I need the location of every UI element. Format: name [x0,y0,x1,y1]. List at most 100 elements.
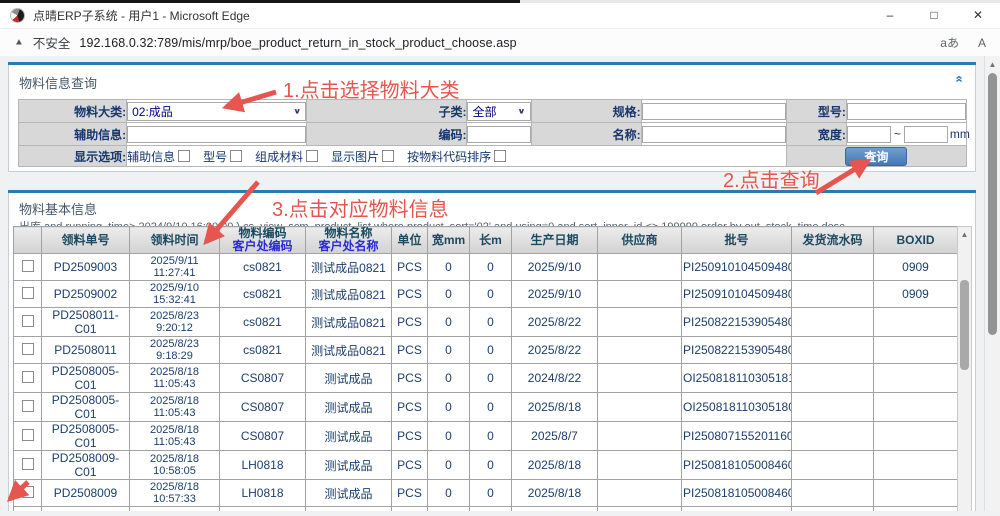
option-aux-info-label: 辅助信息 [127,148,175,165]
row-checkbox[interactable] [22,371,34,383]
cell-width: 0 [428,281,470,308]
cell-order-no: PD2508011 [42,337,130,364]
cell-material-code: cs0821 [220,308,306,337]
width-unit: mm [948,127,970,141]
option-aux-info-checkbox[interactable] [178,150,190,162]
cell-width: 0 [428,507,470,512]
cell-length: 0 [470,480,512,507]
cell-unit: PCS [392,393,428,422]
material-category-select[interactable]: 02:成品 ∨ [127,102,306,121]
cell-order-no: PD2508005-C01 [42,364,130,393]
cell-ship-serial [792,480,874,507]
cell-unit: PCS [392,254,428,281]
table-scrollbar[interactable]: ▲ [957,226,972,511]
page-scrollbar-thumb[interactable] [988,73,997,335]
col-unit: 单位 [392,234,427,247]
translate-icon[interactable]: aあ [940,34,959,51]
cell-material-name: 测试成品 [306,422,392,451]
cell-width: 0 [428,364,470,393]
cell-batch: OI250818110305181 [682,364,792,393]
url-text[interactable]: 192.168.0.32:789/mis/mrp/boe_product_ret… [79,36,921,50]
query-button[interactable]: 查询 [845,147,907,166]
cell-boxid [874,422,958,451]
row-checkbox[interactable] [22,429,34,441]
row-checkbox[interactable] [22,287,34,299]
table-header-row: 领料单号 领料时间 物料编码客户处编码 物料名称客户处名称 单位 宽mm 长m … [14,227,958,254]
cell-length: 0 [470,337,512,364]
row-checkbox[interactable] [22,486,34,498]
table-scrollbar-thumb[interactable] [960,280,969,370]
cell-material-code: CS0807 [220,422,306,451]
cell-length: 0 [470,364,512,393]
result-panel: 物料基本信息 出库 and running_time> 2024/9/10 16… [8,190,976,511]
cell-boxid [874,480,958,507]
minimize-button[interactable]: – [868,3,912,28]
spec-input[interactable] [642,103,786,120]
table-row[interactable]: PD2508005-C01 2025/8/18 11:05:43 CS0807 … [14,393,958,422]
subcategory-select[interactable]: 全部 ∨ [467,102,530,121]
option-sort-by-code-checkbox[interactable] [494,150,506,162]
cell-boxid: 0909 [874,254,958,281]
cell-batch: PI250807155201160 [682,507,792,512]
table-row[interactable]: PD2508009 2025/8/18 10:57:33 LH0818 测试成品… [14,480,958,507]
row-checkbox[interactable] [22,400,34,412]
cell-order-time: 2025/8/18 11:05:43 [130,422,220,451]
cell-ship-serial [792,308,874,337]
table-row[interactable]: PD2508005-C01 2025/8/18 11:05:43 CS0807 … [14,364,958,393]
name-input[interactable] [642,126,786,143]
read-aloud-icon[interactable]: A [978,36,986,50]
row-checkbox[interactable] [22,260,34,272]
option-materials-checkbox[interactable] [306,150,318,162]
close-button[interactable]: ✕ [956,3,1000,28]
page-scrollbar[interactable]: ▲ [984,56,1000,511]
scroll-up-icon[interactable]: ▲ [958,227,971,239]
model-input[interactable] [847,103,966,120]
cell-supplier [598,364,682,393]
aux-info-input[interactable] [127,126,306,143]
cell-material-name: 测试成品0821 [306,281,392,308]
address-bar[interactable]: ▲ 不安全 192.168.0.32:789/mis/mrp/boe_produ… [0,28,1000,57]
cell-order-time: 2025/8/18 10:58:05 [130,451,220,480]
cell-order-no: PD2508005-C01 [42,393,130,422]
col-supplier: 供应商 [598,234,681,247]
title-bar: 点晴ERP子系统 - 用户1 - Microsoft Edge – □ ✕ [0,3,1000,28]
cell-ship-serial [792,507,874,512]
code-input[interactable] [467,126,530,143]
cell-width: 0 [428,480,470,507]
cell-batch: PI250910104509480 [682,254,792,281]
cell-material-code: cs0821 [220,337,306,364]
table-row[interactable]: PD2508011 2025/8/23 9:18:29 cs0821 测试成品0… [14,337,958,364]
option-image-checkbox[interactable] [382,150,394,162]
cell-width: 0 [428,337,470,364]
code-label: 编码: [307,123,467,146]
col-length: 长m [470,234,511,247]
collapse-panel-icon[interactable]: « [954,75,964,82]
option-model-checkbox[interactable] [230,150,242,162]
cell-material-name: 测试成品0821 [306,308,392,337]
cell-order-time: 2025/8/18 11:05:43 [130,364,220,393]
cell-length: 0 [470,451,512,480]
cell-boxid [874,308,958,337]
cell-order-time: 2025/8/23 9:18:29 [130,337,220,364]
scroll-up-icon[interactable]: ▲ [985,56,1000,69]
table-row[interactable]: PD2509003 2025/9/11 11:27:41 cs0821 测试成品… [14,254,958,281]
width-from-input[interactable] [847,126,891,143]
table-row[interactable]: PD2508005 2025/8/7 CS0807 测试成品 PCS 0 0 2… [14,507,958,512]
table-row[interactable]: PD2508011-C01 2025/8/23 9:20:12 cs0821 测… [14,308,958,337]
table-row[interactable]: PD2509002 2025/9/10 15:32:41 cs0821 测试成品… [14,281,958,308]
table-row[interactable]: PD2508005-C01 2025/8/18 11:05:43 CS0807 … [14,422,958,451]
table-row[interactable]: PD2508009-C01 2025/8/18 10:58:05 LH0818 … [14,451,958,480]
row-checkbox[interactable] [22,315,34,327]
cell-length: 0 [470,308,512,337]
row-checkbox[interactable] [22,458,34,470]
page-content: 物料信息查询 « 物料大类: 02:成品 ∨ 子类: [0,56,1000,511]
width-label: 宽度: [786,123,846,146]
maximize-button[interactable]: □ [912,3,956,28]
cell-order-no: PD2508009 [42,480,130,507]
cell-material-name: 测试成品 [306,507,392,512]
cell-boxid [874,507,958,512]
row-checkbox[interactable] [22,343,34,355]
width-to-input[interactable] [904,126,948,143]
cell-length: 0 [470,422,512,451]
cell-length: 0 [470,393,512,422]
